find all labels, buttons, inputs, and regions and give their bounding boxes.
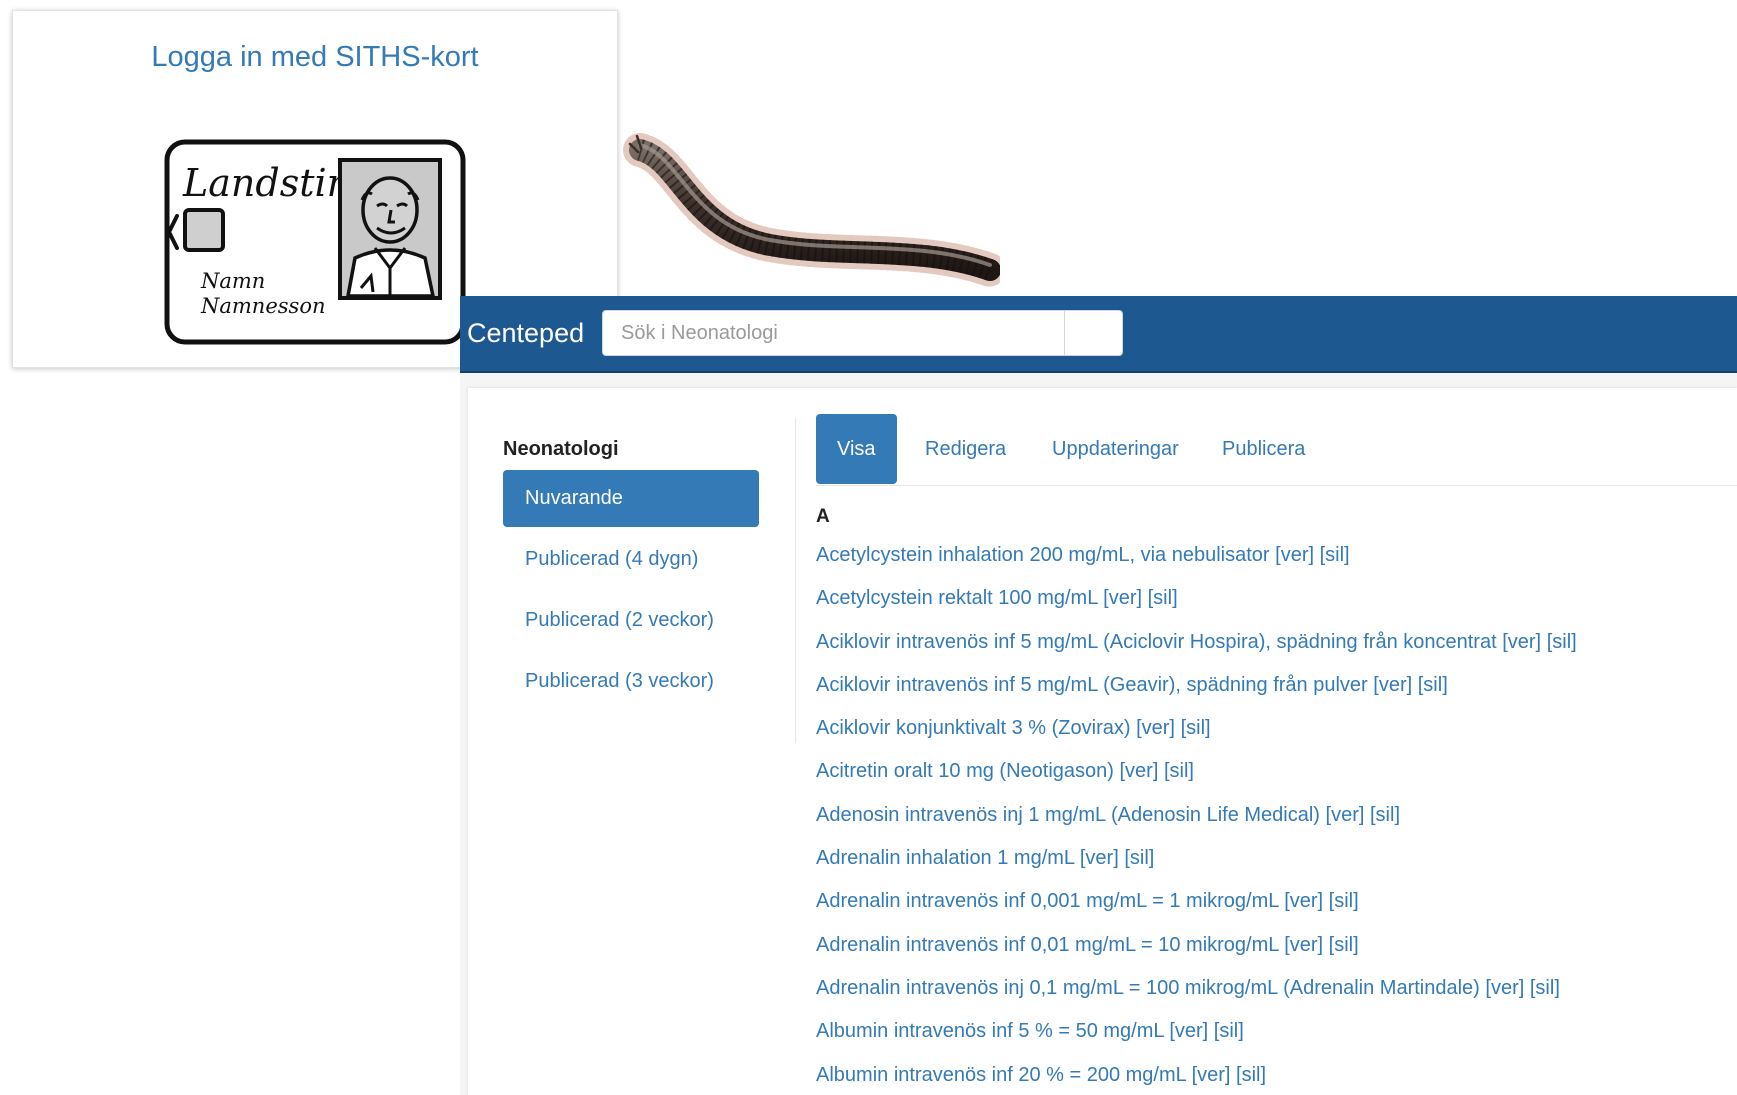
search-input[interactable] [603,311,1065,355]
list-item: Acetylcystein rektalt 100 mg/mL [ver] [s… [816,577,1737,620]
list-item: Aciklovir konjunktivalt 3 % (Zovirax) [v… [816,707,1737,750]
tab-visa[interactable]: Visa [816,414,897,484]
ver-link[interactable]: [ver] [1502,631,1541,653]
sil-link[interactable]: [sil] [1124,847,1154,869]
sidebar: Neonatologi Nuvarande Publicerad (4 dygn… [503,438,759,714]
millipede-icon [623,133,1000,287]
tab-publicera[interactable]: Publicera [1222,414,1305,484]
list-item: Albumin intravenös inf 20 % = 200 mg/mL … [816,1054,1737,1095]
sidebar-item-publicerad-2-veckor[interactable]: Publicerad (2 veckor) [503,592,759,649]
list-item: Adrenalin intravenös inf 0,01 mg/mL = 10… [816,924,1737,967]
top-navbar: Centeped [460,296,1737,373]
list-item: Aciklovir intravenös inf 5 mg/mL (Aciclo… [816,621,1737,664]
drug-link[interactable]: Adrenalin intravenös inf 0,01 mg/mL = 10… [816,934,1279,956]
sidebar-item-nuvarande[interactable]: Nuvarande [503,470,759,527]
ver-link[interactable]: [ver] [1373,674,1412,696]
sidebar-divider [795,418,796,743]
sidebar-item-publicerad-3-veckor[interactable]: Publicerad (3 veckor) [503,653,759,710]
drug-link[interactable]: Adrenalin intravenös inf 0,001 mg/mL = 1… [816,890,1279,912]
list-item: Acetylcystein inhalation 200 mg/mL, via … [816,534,1737,577]
drug-link[interactable]: Albumin intravenös inf 5 % = 50 mg/mL [816,1020,1164,1042]
sil-link[interactable]: [sil] [1329,934,1359,956]
drug-link[interactable]: Aciklovir intravenös inf 5 mg/mL (Geavir… [816,674,1368,696]
drug-list: Acetylcystein inhalation 200 mg/mL, via … [816,534,1737,1095]
list-item: Adrenalin intravenös inj 0,1 mg/mL = 100… [816,967,1737,1010]
ver-link[interactable]: [ver] [1169,1020,1208,1042]
sil-link[interactable]: [sil] [1547,631,1577,653]
drug-link[interactable]: Aciklovir konjunktivalt 3 % (Zovirax) [816,717,1131,739]
siths-login-link[interactable]: Logga in med SITHS-kort [13,41,617,74]
drug-link[interactable]: Aciklovir intravenös inf 5 mg/mL (Aciclo… [816,631,1497,653]
sil-link[interactable]: [sil] [1214,1020,1244,1042]
sil-link[interactable]: [sil] [1329,890,1359,912]
list-item: Aciklovir intravenös inf 5 mg/mL (Geavir… [816,664,1737,707]
sil-link[interactable]: [sil] [1148,587,1178,609]
content-panel: Neonatologi Nuvarande Publicerad (4 dygn… [468,388,1737,1095]
sidebar-item-publicerad-4-dygn[interactable]: Publicerad (4 dygn) [503,531,759,588]
tab-redigera[interactable]: Redigera [925,414,1006,484]
sil-link[interactable]: [sil] [1530,977,1560,999]
ver-link[interactable]: [ver] [1485,977,1524,999]
card-name-line2: Namnesson [200,294,325,318]
ver-link[interactable]: [ver] [1192,1064,1231,1086]
tab-uppdateringar[interactable]: Uppdateringar [1052,414,1179,484]
sil-link[interactable]: [sil] [1320,544,1350,566]
siths-card-icon[interactable]: Landsting Namn Namnesson [163,138,467,346]
section-letter: A [816,506,830,527]
sil-link[interactable]: [sil] [1164,760,1194,782]
ver-link[interactable]: [ver] [1284,934,1323,956]
ver-link[interactable]: [ver] [1103,587,1142,609]
search-button[interactable] [1064,311,1122,355]
card-name-line1: Namn [200,269,265,293]
ver-link[interactable]: [ver] [1119,760,1158,782]
tab-bar: Visa Redigera Uppdateringar Publicera [816,413,1737,486]
brand-link[interactable]: Centeped [467,318,584,349]
list-item: Adrenalin inhalation 1 mg/mL [ver] [sil] [816,837,1737,880]
sil-link[interactable]: [sil] [1418,674,1448,696]
card-photo [338,158,442,300]
list-item: Adenosin intravenös inj 1 mg/mL (Adenosi… [816,794,1737,837]
ver-link[interactable]: [ver] [1326,804,1365,826]
drug-link[interactable]: Albumin intravenös inf 20 % = 200 mg/mL [816,1064,1186,1086]
ver-link[interactable]: [ver] [1275,544,1314,566]
drug-link[interactable]: Adrenalin intravenös inj 0,1 mg/mL = 100… [816,977,1480,999]
drug-link[interactable]: Adrenalin inhalation 1 mg/mL [816,847,1074,869]
drug-link[interactable]: Acitretin oralt 10 mg (Neotigason) [816,760,1114,782]
list-item: Adrenalin intravenös inf 0,001 mg/mL = 1… [816,880,1737,923]
ver-link[interactable]: [ver] [1284,890,1323,912]
sil-link[interactable]: [sil] [1236,1064,1266,1086]
main-area: Visa Redigera Uppdateringar Publicera A … [816,413,1737,1095]
list-item: Acitretin oralt 10 mg (Neotigason) [ver]… [816,750,1737,793]
ver-link[interactable]: [ver] [1136,717,1175,739]
sidebar-heading: Neonatologi [503,438,619,460]
drug-link[interactable]: Acetylcystein inhalation 200 mg/mL, via … [816,544,1270,566]
drug-link[interactable]: Acetylcystein rektalt 100 mg/mL [816,587,1098,609]
centeped-app: Centeped Neonatologi Nuvarande Publicera… [460,296,1737,1095]
sil-link[interactable]: [sil] [1181,717,1211,739]
drug-link[interactable]: Adenosin intravenös inj 1 mg/mL (Adenosi… [816,804,1320,826]
list-item: Albumin intravenös inf 5 % = 50 mg/mL [v… [816,1010,1737,1053]
search-group [602,310,1123,356]
ver-link[interactable]: [ver] [1080,847,1119,869]
sil-link[interactable]: [sil] [1370,804,1400,826]
